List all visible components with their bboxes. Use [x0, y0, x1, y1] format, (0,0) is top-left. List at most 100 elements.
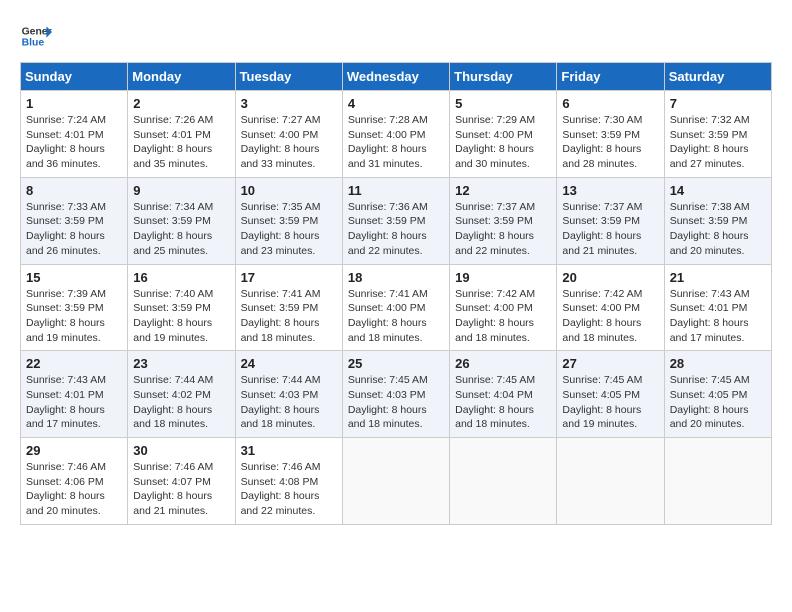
day-info: Sunrise: 7:40 AM Sunset: 3:59 PM Dayligh…: [133, 287, 229, 346]
calendar-cell: 3 Sunrise: 7:27 AM Sunset: 4:00 PM Dayli…: [235, 91, 342, 178]
day-number: 20: [562, 270, 658, 285]
day-info: Sunrise: 7:41 AM Sunset: 4:00 PM Dayligh…: [348, 287, 444, 346]
calendar-cell: 1 Sunrise: 7:24 AM Sunset: 4:01 PM Dayli…: [21, 91, 128, 178]
day-number: 9: [133, 183, 229, 198]
day-info: Sunrise: 7:46 AM Sunset: 4:07 PM Dayligh…: [133, 460, 229, 519]
calendar-week-3: 15 Sunrise: 7:39 AM Sunset: 3:59 PM Dayl…: [21, 264, 772, 351]
calendar-cell: 2 Sunrise: 7:26 AM Sunset: 4:01 PM Dayli…: [128, 91, 235, 178]
calendar-cell: 5 Sunrise: 7:29 AM Sunset: 4:00 PM Dayli…: [450, 91, 557, 178]
day-number: 7: [670, 96, 766, 111]
calendar-cell: 10 Sunrise: 7:35 AM Sunset: 3:59 PM Dayl…: [235, 177, 342, 264]
weekday-header-monday: Monday: [128, 63, 235, 91]
calendar-cell: 18 Sunrise: 7:41 AM Sunset: 4:00 PM Dayl…: [342, 264, 449, 351]
calendar-cell: 13 Sunrise: 7:37 AM Sunset: 3:59 PM Dayl…: [557, 177, 664, 264]
day-info: Sunrise: 7:32 AM Sunset: 3:59 PM Dayligh…: [670, 113, 766, 172]
day-info: Sunrise: 7:44 AM Sunset: 4:03 PM Dayligh…: [241, 373, 337, 432]
day-info: Sunrise: 7:30 AM Sunset: 3:59 PM Dayligh…: [562, 113, 658, 172]
day-info: Sunrise: 7:44 AM Sunset: 4:02 PM Dayligh…: [133, 373, 229, 432]
calendar-cell: 16 Sunrise: 7:40 AM Sunset: 3:59 PM Dayl…: [128, 264, 235, 351]
day-info: Sunrise: 7:29 AM Sunset: 4:00 PM Dayligh…: [455, 113, 551, 172]
day-info: Sunrise: 7:46 AM Sunset: 4:06 PM Dayligh…: [26, 460, 122, 519]
day-number: 23: [133, 356, 229, 371]
calendar-cell: [557, 438, 664, 525]
day-info: Sunrise: 7:37 AM Sunset: 3:59 PM Dayligh…: [562, 200, 658, 259]
day-number: 29: [26, 443, 122, 458]
day-info: Sunrise: 7:43 AM Sunset: 4:01 PM Dayligh…: [670, 287, 766, 346]
day-number: 2: [133, 96, 229, 111]
day-number: 28: [670, 356, 766, 371]
day-number: 15: [26, 270, 122, 285]
day-number: 12: [455, 183, 551, 198]
calendar-cell: 21 Sunrise: 7:43 AM Sunset: 4:01 PM Dayl…: [664, 264, 771, 351]
calendar-cell: 8 Sunrise: 7:33 AM Sunset: 3:59 PM Dayli…: [21, 177, 128, 264]
day-info: Sunrise: 7:26 AM Sunset: 4:01 PM Dayligh…: [133, 113, 229, 172]
day-number: 30: [133, 443, 229, 458]
day-info: Sunrise: 7:28 AM Sunset: 4:00 PM Dayligh…: [348, 113, 444, 172]
calendar-cell: 27 Sunrise: 7:45 AM Sunset: 4:05 PM Dayl…: [557, 351, 664, 438]
day-info: Sunrise: 7:42 AM Sunset: 4:00 PM Dayligh…: [562, 287, 658, 346]
day-number: 31: [241, 443, 337, 458]
calendar-cell: 14 Sunrise: 7:38 AM Sunset: 3:59 PM Dayl…: [664, 177, 771, 264]
day-number: 1: [26, 96, 122, 111]
calendar-cell: 23 Sunrise: 7:44 AM Sunset: 4:02 PM Dayl…: [128, 351, 235, 438]
day-number: 18: [348, 270, 444, 285]
day-info: Sunrise: 7:45 AM Sunset: 4:05 PM Dayligh…: [562, 373, 658, 432]
day-number: 11: [348, 183, 444, 198]
day-info: Sunrise: 7:24 AM Sunset: 4:01 PM Dayligh…: [26, 113, 122, 172]
calendar-week-4: 22 Sunrise: 7:43 AM Sunset: 4:01 PM Dayl…: [21, 351, 772, 438]
day-info: Sunrise: 7:45 AM Sunset: 4:05 PM Dayligh…: [670, 373, 766, 432]
day-number: 14: [670, 183, 766, 198]
calendar-cell: 29 Sunrise: 7:46 AM Sunset: 4:06 PM Dayl…: [21, 438, 128, 525]
calendar-week-2: 8 Sunrise: 7:33 AM Sunset: 3:59 PM Dayli…: [21, 177, 772, 264]
weekday-header-friday: Friday: [557, 63, 664, 91]
day-number: 8: [26, 183, 122, 198]
day-info: Sunrise: 7:46 AM Sunset: 4:08 PM Dayligh…: [241, 460, 337, 519]
day-info: Sunrise: 7:37 AM Sunset: 3:59 PM Dayligh…: [455, 200, 551, 259]
day-number: 27: [562, 356, 658, 371]
calendar-cell: 22 Sunrise: 7:43 AM Sunset: 4:01 PM Dayl…: [21, 351, 128, 438]
calendar-cell: 31 Sunrise: 7:46 AM Sunset: 4:08 PM Dayl…: [235, 438, 342, 525]
day-info: Sunrise: 7:33 AM Sunset: 3:59 PM Dayligh…: [26, 200, 122, 259]
calendar-cell: 28 Sunrise: 7:45 AM Sunset: 4:05 PM Dayl…: [664, 351, 771, 438]
weekday-header-thursday: Thursday: [450, 63, 557, 91]
day-info: Sunrise: 7:43 AM Sunset: 4:01 PM Dayligh…: [26, 373, 122, 432]
calendar-week-5: 29 Sunrise: 7:46 AM Sunset: 4:06 PM Dayl…: [21, 438, 772, 525]
day-info: Sunrise: 7:34 AM Sunset: 3:59 PM Dayligh…: [133, 200, 229, 259]
svg-text:Blue: Blue: [22, 38, 45, 49]
calendar-cell: [450, 438, 557, 525]
day-number: 16: [133, 270, 229, 285]
day-info: Sunrise: 7:45 AM Sunset: 4:04 PM Dayligh…: [455, 373, 551, 432]
calendar-cell: 19 Sunrise: 7:42 AM Sunset: 4:00 PM Dayl…: [450, 264, 557, 351]
day-info: Sunrise: 7:42 AM Sunset: 4:00 PM Dayligh…: [455, 287, 551, 346]
calendar-cell: 24 Sunrise: 7:44 AM Sunset: 4:03 PM Dayl…: [235, 351, 342, 438]
day-number: 10: [241, 183, 337, 198]
calendar-cell: 17 Sunrise: 7:41 AM Sunset: 3:59 PM Dayl…: [235, 264, 342, 351]
weekday-header-tuesday: Tuesday: [235, 63, 342, 91]
day-number: 24: [241, 356, 337, 371]
day-info: Sunrise: 7:38 AM Sunset: 3:59 PM Dayligh…: [670, 200, 766, 259]
day-number: 6: [562, 96, 658, 111]
day-number: 3: [241, 96, 337, 111]
day-info: Sunrise: 7:39 AM Sunset: 3:59 PM Dayligh…: [26, 287, 122, 346]
day-number: 21: [670, 270, 766, 285]
calendar-cell: 4 Sunrise: 7:28 AM Sunset: 4:00 PM Dayli…: [342, 91, 449, 178]
day-number: 25: [348, 356, 444, 371]
day-number: 19: [455, 270, 551, 285]
weekday-header-wednesday: Wednesday: [342, 63, 449, 91]
day-info: Sunrise: 7:41 AM Sunset: 3:59 PM Dayligh…: [241, 287, 337, 346]
day-info: Sunrise: 7:27 AM Sunset: 4:00 PM Dayligh…: [241, 113, 337, 172]
logo: General Blue: [20, 20, 52, 52]
day-info: Sunrise: 7:45 AM Sunset: 4:03 PM Dayligh…: [348, 373, 444, 432]
weekday-header-saturday: Saturday: [664, 63, 771, 91]
day-number: 26: [455, 356, 551, 371]
calendar-cell: 20 Sunrise: 7:42 AM Sunset: 4:00 PM Dayl…: [557, 264, 664, 351]
calendar-cell: 6 Sunrise: 7:30 AM Sunset: 3:59 PM Dayli…: [557, 91, 664, 178]
day-info: Sunrise: 7:36 AM Sunset: 3:59 PM Dayligh…: [348, 200, 444, 259]
page-header: General Blue: [20, 20, 772, 52]
day-number: 17: [241, 270, 337, 285]
calendar-table: SundayMondayTuesdayWednesdayThursdayFrid…: [20, 62, 772, 525]
calendar-cell: 7 Sunrise: 7:32 AM Sunset: 3:59 PM Dayli…: [664, 91, 771, 178]
calendar-cell: 9 Sunrise: 7:34 AM Sunset: 3:59 PM Dayli…: [128, 177, 235, 264]
calendar-cell: 30 Sunrise: 7:46 AM Sunset: 4:07 PM Dayl…: [128, 438, 235, 525]
day-info: Sunrise: 7:35 AM Sunset: 3:59 PM Dayligh…: [241, 200, 337, 259]
